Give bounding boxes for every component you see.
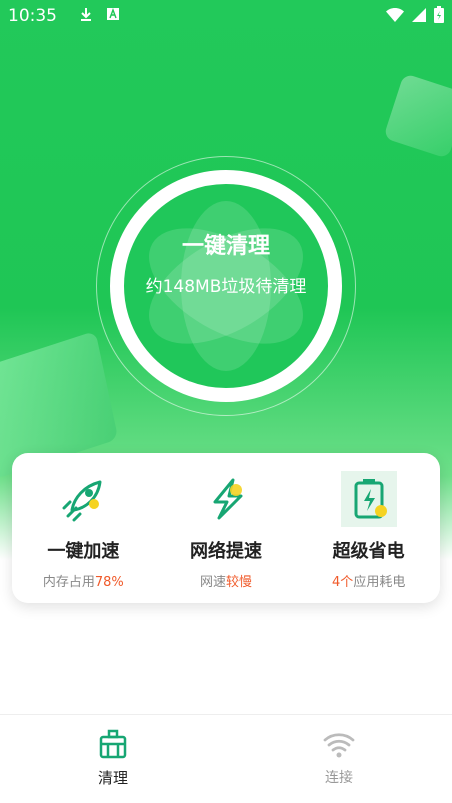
feature-title: 超级省电 (332, 541, 405, 562)
a-badge-icon (107, 8, 119, 24)
feature-network[interactable]: 网络提速 网速较慢 (155, 453, 298, 603)
feature-desc: 内存占用78% (42, 575, 124, 590)
feature-desc: 4个应用耗电 (332, 575, 406, 590)
clean-title: 一键清理 (181, 234, 270, 259)
rocket-icon (55, 471, 111, 527)
cleaner-icon (98, 729, 128, 763)
feature-title: 一键加速 (47, 541, 120, 562)
wifi-icon (322, 729, 356, 763)
status-time: 10:35 (8, 6, 57, 26)
status-bar: 10:35 (0, 0, 452, 32)
tab-label: 连接 (325, 770, 353, 786)
lightning-icon (198, 471, 254, 527)
tab-label: 清理 (97, 769, 128, 787)
download-icon (79, 7, 93, 25)
feature-card: 一键加速 内存占用78% 网络提速 网速较慢 超级省电 4个应用耗电 (12, 453, 440, 603)
feature-title: 网络提速 (190, 541, 262, 562)
tab-clean[interactable]: 清理 (0, 715, 226, 803)
bottom-tab-bar: 清理 连接 (0, 714, 452, 803)
tab-connect[interactable]: 连接 (226, 715, 452, 803)
feature-boost[interactable]: 一键加速 内存占用78% (12, 453, 155, 603)
feature-desc: 网速较慢 (199, 575, 253, 590)
signal-icon (412, 7, 426, 26)
wifi-icon (386, 7, 404, 26)
battery-icon (434, 5, 444, 27)
feature-battery[interactable]: 超级省电 4个应用耗电 (297, 453, 440, 603)
junk-size-text: 约148MB垃圾待清理 (145, 277, 307, 297)
decor-cube (383, 73, 452, 159)
battery-charge-icon (340, 471, 397, 527)
